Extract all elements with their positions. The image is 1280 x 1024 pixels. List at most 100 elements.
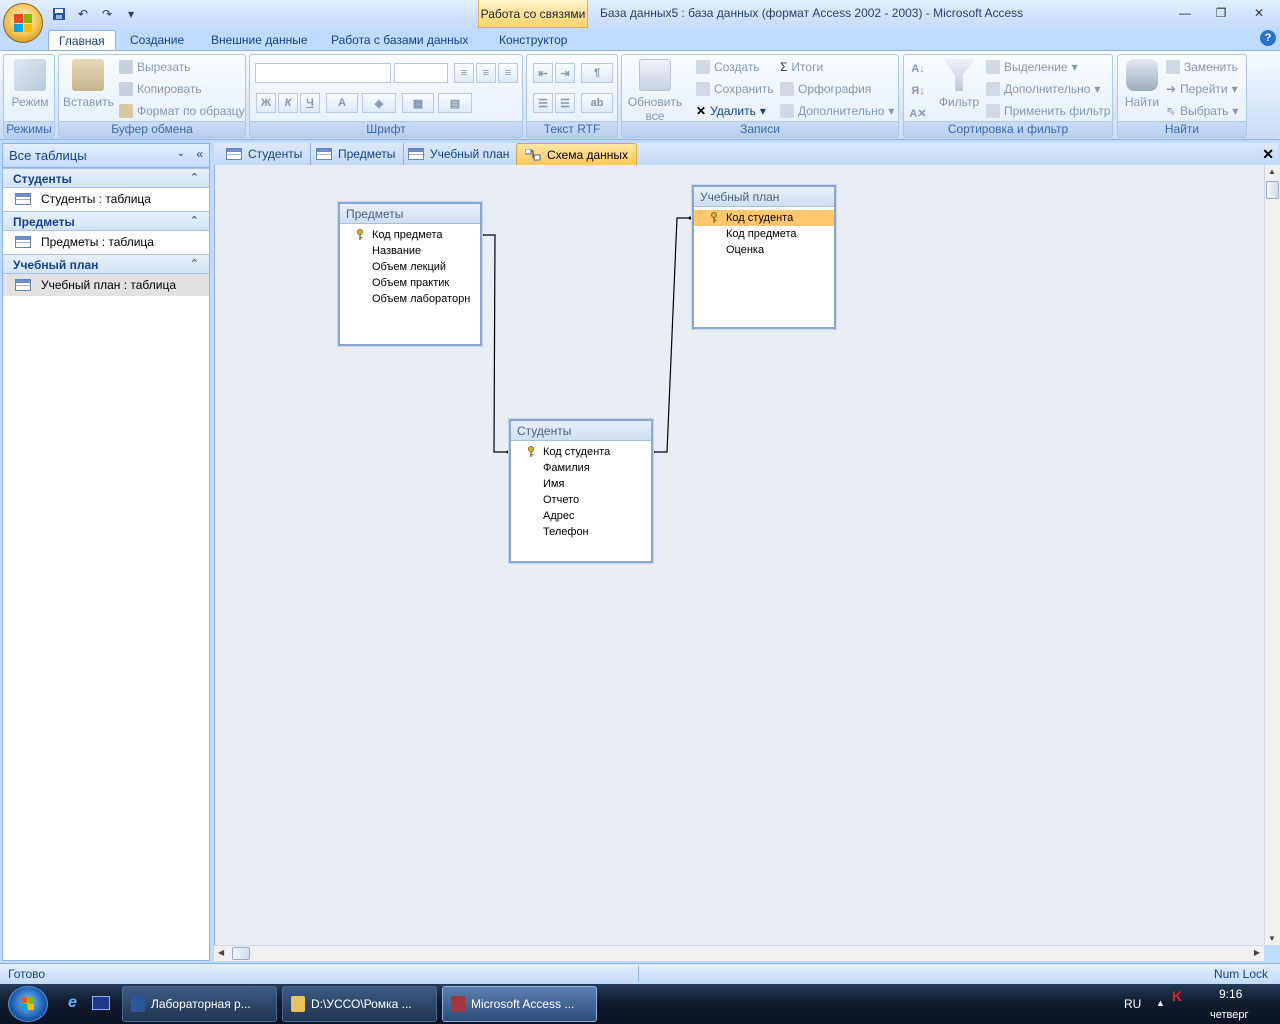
horizontal-scrollbar[interactable]: ◀ ▶	[214, 945, 1264, 961]
align-left-icon[interactable]: ≡	[454, 63, 474, 83]
close-button[interactable]: ✕	[1246, 4, 1272, 22]
minimize-button[interactable]: —	[1172, 4, 1198, 22]
spelling-button[interactable]: Орфография	[780, 82, 871, 96]
tab-design[interactable]: Конструктор	[489, 30, 577, 50]
taskbar-button-word[interactable]: Лабораторная р...	[122, 986, 277, 1022]
tab-curriculum[interactable]: Учебный план	[400, 143, 519, 165]
save-icon[interactable]	[50, 5, 68, 23]
nav-item-subjects-table[interactable]: Предметы : таблица	[3, 231, 209, 253]
find-button[interactable]: Найти	[1122, 59, 1162, 109]
relationships-canvas[interactable]: Предметы Код предмета Название Объем лек…	[214, 165, 1264, 945]
replace-button[interactable]: Заменить	[1166, 60, 1238, 74]
restore-button[interactable]: ❐	[1208, 4, 1234, 22]
field-list-students[interactable]: Студенты Код студента Фамилия Имя Отчето…	[509, 419, 653, 563]
scroll-down-icon[interactable]: ▼	[1268, 934, 1276, 943]
italic-button[interactable]: К	[278, 93, 298, 113]
new-record-button[interactable]: Создать	[696, 60, 760, 74]
font-size-field[interactable]	[394, 63, 448, 83]
field-row[interactable]: Оценка	[694, 242, 834, 258]
show-desktop-icon[interactable]	[92, 996, 110, 1010]
tab-students[interactable]: Студенты	[218, 143, 312, 165]
nav-group-subjects[interactable]: Предметы ⌃	[3, 211, 209, 231]
scroll-up-icon[interactable]: ▲	[1268, 167, 1276, 176]
relationship-line-subject-student[interactable]	[481, 234, 509, 453]
nav-pane-header[interactable]: Все таблицы ⌄ «	[3, 144, 209, 168]
tab-home[interactable]: Главная	[48, 30, 116, 50]
field-row[interactable]: Объем лабораторн	[340, 291, 480, 307]
save-record-button[interactable]: Сохранить	[696, 82, 774, 96]
totals-button[interactable]: Σ Итоги	[780, 60, 823, 74]
field-row-selected[interactable]: Код студента	[694, 210, 834, 226]
sort-descending-icon[interactable]: Я↓	[908, 81, 928, 101]
field-row[interactable]: Объем практик	[340, 275, 480, 291]
fill-color-icon[interactable]: ◈	[362, 93, 396, 113]
start-button[interactable]	[8, 986, 48, 1022]
field-row[interactable]: Имя	[511, 476, 651, 492]
field-row[interactable]: Адрес	[511, 508, 651, 524]
field-row[interactable]: Код предмета	[340, 227, 480, 243]
selection-button[interactable]: Выделение ▾	[986, 60, 1078, 74]
field-row[interactable]: Название	[340, 243, 480, 259]
field-list-subjects[interactable]: Предметы Код предмета Название Объем лек…	[338, 202, 482, 346]
field-list-title[interactable]: Студенты	[511, 421, 651, 441]
taskbar-button-folder[interactable]: D:\УССО\Ромка ...	[282, 986, 437, 1022]
align-right-icon[interactable]: ≡	[498, 63, 518, 83]
select-button[interactable]: ⇖ Выбрать ▾	[1166, 104, 1238, 118]
tab-create[interactable]: Создание	[120, 30, 194, 50]
more-records-button[interactable]: Дополнительно ▾	[780, 104, 894, 118]
alternate-fill-icon[interactable]: ▤	[438, 93, 472, 113]
field-row[interactable]: Телефон	[511, 524, 651, 540]
internet-explorer-icon[interactable]: e	[68, 994, 86, 1012]
nav-group-curriculum[interactable]: Учебный план ⌃	[3, 254, 209, 274]
filter-button[interactable]: Фильтр	[934, 59, 984, 109]
horizontal-scroll-thumb[interactable]	[232, 947, 250, 960]
field-row[interactable]: Отчето	[511, 492, 651, 508]
numbering-icon[interactable]: ☰	[533, 93, 553, 113]
highlight-icon[interactable]: ab	[581, 93, 613, 113]
nav-menu-chevron-icon[interactable]: ⌄	[177, 148, 185, 159]
advanced-filter-button[interactable]: Дополнительно ▾	[986, 82, 1100, 96]
goto-button[interactable]: ➔ Перейти ▾	[1166, 82, 1238, 96]
undo-icon[interactable]: ↶	[74, 5, 92, 23]
bullets-icon[interactable]: ☰	[555, 93, 575, 113]
language-indicator[interactable]: RU	[1124, 997, 1141, 1011]
toggle-filter-button[interactable]: Применить фильтр	[986, 104, 1110, 118]
increase-indent-icon[interactable]: ⇥	[555, 63, 575, 83]
format-painter-button[interactable]: Формат по образцу	[119, 104, 245, 118]
clock-time[interactable]: 9:16	[1219, 987, 1242, 1001]
decrease-indent-icon[interactable]: ⇤	[533, 63, 553, 83]
tab-subjects[interactable]: Предметы	[308, 143, 405, 165]
align-center-icon[interactable]: ≡	[476, 63, 496, 83]
scroll-right-icon[interactable]: ▶	[1254, 948, 1260, 957]
gridlines-icon[interactable]: ▦	[402, 93, 434, 113]
customize-qat-icon[interactable]: ▾	[122, 5, 140, 23]
view-button[interactable]: Режим	[8, 59, 52, 109]
tab-database-tools[interactable]: Работа с базами данных	[321, 30, 478, 50]
sort-ascending-icon[interactable]: A↓	[908, 59, 928, 79]
field-list-title[interactable]: Предметы	[340, 204, 480, 224]
show-hidden-icons-icon[interactable]: ▲	[1156, 998, 1165, 1008]
paragraph-direction-icon[interactable]: ¶	[581, 63, 613, 83]
office-button[interactable]	[3, 3, 43, 43]
nav-item-curriculum-table[interactable]: Учебный план : таблица	[3, 274, 209, 296]
collapse-pane-icon[interactable]: «	[196, 147, 203, 161]
paste-button[interactable]: Вставить	[63, 59, 114, 109]
taskbar-button-access[interactable]: Microsoft Access ...	[442, 986, 597, 1022]
relationship-line-student-plan[interactable]	[652, 217, 691, 453]
nav-group-students[interactable]: Студенты ⌃	[3, 168, 209, 188]
redo-icon[interactable]: ↷	[98, 5, 116, 23]
vertical-scroll-thumb[interactable]	[1266, 181, 1279, 199]
help-icon[interactable]: ?	[1260, 30, 1276, 46]
field-row[interactable]: Объем лекций	[340, 259, 480, 275]
font-color-icon[interactable]: A	[326, 93, 358, 113]
cut-button[interactable]: Вырезать	[119, 60, 190, 74]
collapse-group-icon[interactable]: ⌃	[190, 214, 199, 227]
field-row[interactable]: Фамилия	[511, 460, 651, 476]
clear-sort-icon[interactable]: A✕	[908, 103, 928, 123]
field-list-curriculum[interactable]: Учебный план Код студента Код предмета О…	[692, 185, 836, 329]
collapse-group-icon[interactable]: ⌃	[190, 171, 199, 184]
bold-button[interactable]: Ж	[256, 93, 276, 113]
copy-button[interactable]: Копировать	[119, 82, 202, 96]
vertical-scrollbar[interactable]: ▲ ▼	[1264, 165, 1280, 945]
font-name-field[interactable]	[255, 63, 391, 83]
